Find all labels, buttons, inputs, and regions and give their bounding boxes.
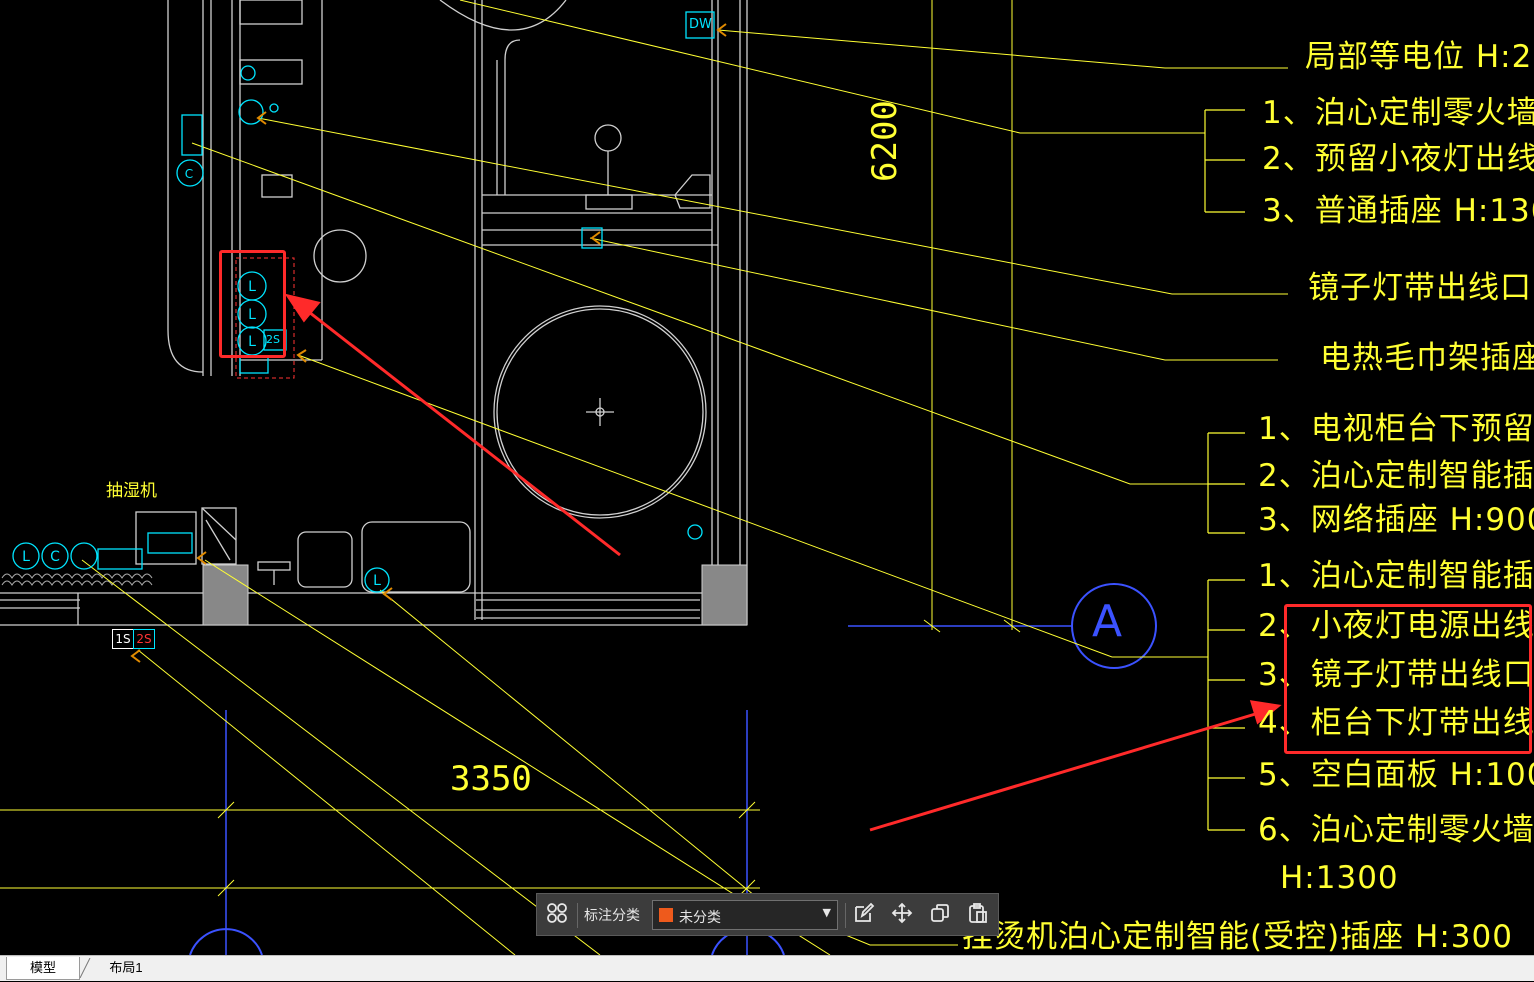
svg-text:C: C [185, 167, 193, 181]
paste-icon[interactable] [964, 902, 992, 930]
category-label: 标注分类 [584, 907, 640, 923]
svg-text:C: C [50, 549, 60, 565]
note-group2-item1: 1、电视柜台下预留灯带 [1258, 411, 1534, 447]
chevron-down-icon: ▼ [822, 906, 831, 919]
category-select[interactable]: 未分类 ▼ [652, 900, 838, 930]
label-dehumidifier: 抽湿机 [106, 481, 157, 501]
note-group3-item6: 6、泊心定制零火墙壁开 [1258, 812, 1534, 848]
move-icon[interactable] [888, 902, 916, 930]
note-group2-item2: 2、泊心定制智能插座* [1258, 458, 1534, 494]
note-bottom-socket: 挂烫机泊心定制智能(受控)插座 H:300 [962, 919, 1513, 955]
copy-icon[interactable] [926, 902, 954, 930]
dw-symbol-label: DW [689, 17, 712, 32]
note-group1-item2: 2、预留小夜灯出线口 [1262, 141, 1534, 177]
switch-1s-label: 1S [112, 629, 134, 649]
note-group3-item1: 1、泊心定制智能插座 [1258, 558, 1534, 594]
note-group1-item1: 1、泊心定制零火墙壁开 [1262, 95, 1534, 131]
note-group1-item3: 3、普通插座 H:1300 [1262, 193, 1534, 229]
category-value: 未分类 [679, 909, 721, 925]
highlight-box-notes [1284, 604, 1532, 754]
tab-divider [79, 957, 94, 979]
edit-icon[interactable] [850, 902, 878, 930]
toolbar-separator [577, 903, 578, 928]
switch-2s-label: 2S [133, 629, 155, 649]
layout-tab-bar: 模型 布局1 [0, 955, 1534, 981]
toolbar-separator [845, 903, 846, 928]
highlight-box-sockets [219, 250, 286, 358]
note-towel-rack: 电热毛巾架插座 H [1320, 340, 1534, 376]
tab-layout1[interactable]: 布局1 [96, 957, 156, 979]
category-color-swatch [659, 908, 673, 922]
note-local-bonding: 局部等电位 H:200 [1305, 39, 1534, 75]
tab-model[interactable]: 模型 [6, 957, 80, 980]
note-group3-item5: 5、空白面板 H:1000 [1258, 757, 1534, 793]
note-group2-item3: 3、网络插座 H:900 [1258, 502, 1534, 538]
note-group3-height: H:1300 [1280, 860, 1399, 896]
svg-text:L: L [22, 549, 30, 565]
note-mirror-light: 镜子灯带出线口 H [1308, 270, 1534, 306]
svg-text:L: L [373, 573, 381, 589]
grid-icon[interactable] [543, 902, 571, 930]
annotation-toolbar: 标注分类 未分类 ▼ [536, 893, 999, 936]
dimension-horizontal: 3350 [450, 759, 532, 799]
grid-bubble-label: A [1092, 596, 1123, 647]
dimension-vertical: 6200 [865, 100, 905, 182]
